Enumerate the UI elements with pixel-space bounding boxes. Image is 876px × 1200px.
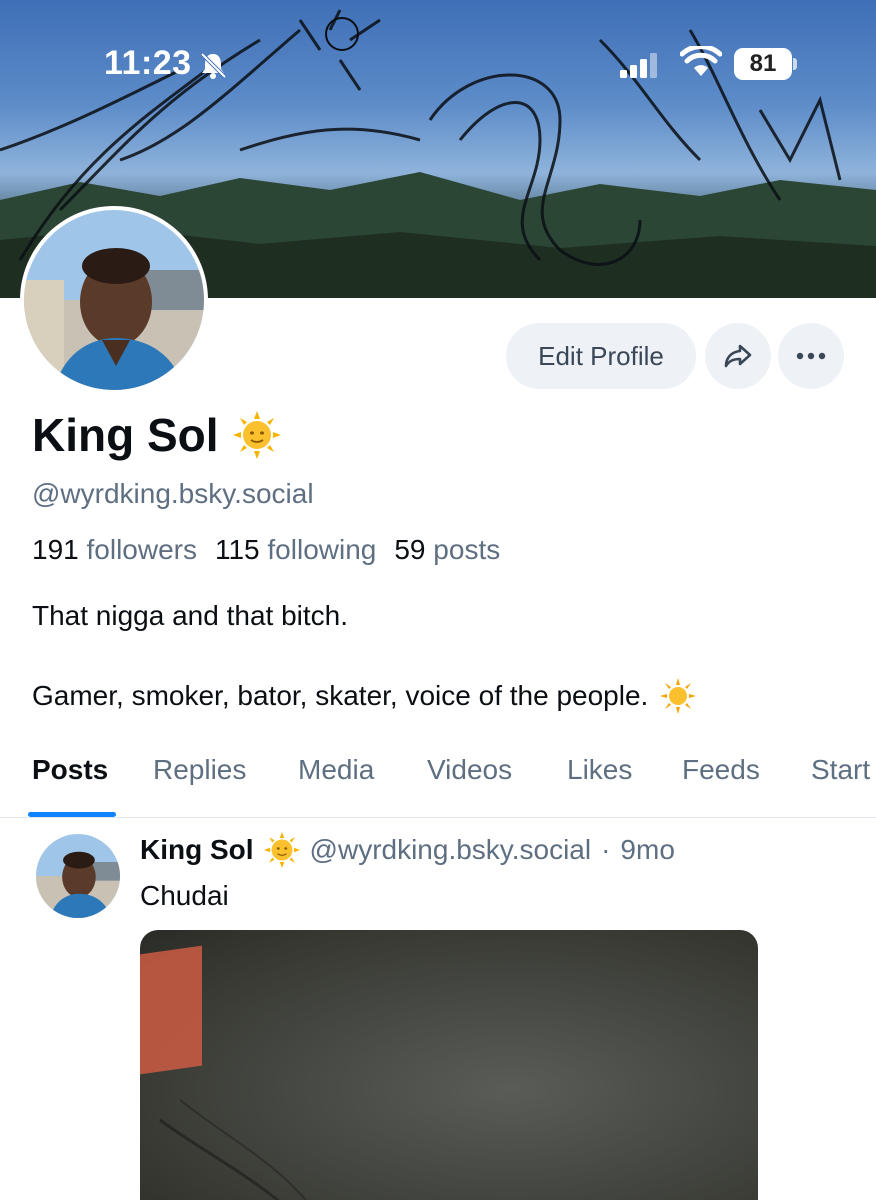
share-button[interactable] (705, 323, 771, 389)
profile-handle: @wyrdking.bsky.social (32, 478, 314, 509)
post-video-thumbnail[interactable] (140, 930, 758, 1200)
posts-stat: 59 posts (394, 534, 500, 566)
sun-with-face-icon (263, 832, 300, 868)
cellular-signal-icon (620, 53, 657, 78)
edit-profile-button[interactable]: Edit Profile (506, 323, 696, 389)
wifi-icon (680, 46, 722, 76)
following-count: 115 (214, 534, 260, 565)
status-bar: 11:23 81 (0, 0, 876, 120)
following-label: following (267, 534, 377, 565)
active-tab-indicator (28, 812, 116, 817)
battery-indicator: 81 (734, 48, 792, 80)
display-name: King Sol (32, 409, 219, 461)
post-text: Chudai (140, 880, 229, 911)
post-author-handle[interactable]: @wyrdking.bsky.social (310, 834, 592, 866)
profile-name: King Sol (32, 408, 281, 462)
followers-stat[interactable]: 191 followers (32, 534, 197, 566)
following-stat[interactable]: 115 following (215, 534, 376, 566)
post-meta-separator: · (601, 834, 611, 865)
tab-videos[interactable]: Videos (427, 754, 512, 786)
post-author-name[interactable]: King Sol (140, 834, 254, 866)
profile-avatar[interactable] (20, 206, 208, 394)
tab-likes[interactable]: Likes (567, 754, 632, 786)
tab-starter-packs[interactable]: Start (811, 754, 876, 786)
status-time: 11:23 (104, 44, 192, 82)
avatar-photo (24, 210, 204, 390)
post-author-avatar[interactable] (36, 834, 120, 918)
share-arrow-icon (724, 344, 752, 368)
tab-posts[interactable]: Posts (32, 754, 108, 786)
followers-count: 191 (32, 534, 79, 565)
post-timestamp[interactable]: 9mo (620, 834, 674, 866)
profile-stats: 191 followers 115 following 59 posts (32, 534, 500, 566)
bio-line-2-row: Gamer, smoker, bator, skater, voice of t… (32, 678, 697, 714)
more-options-button[interactable] (778, 323, 844, 389)
ellipsis-icon (796, 352, 826, 360)
posts-count: 59 (394, 534, 426, 565)
sun-icon (660, 678, 697, 714)
tab-media[interactable]: Media (298, 754, 374, 786)
tab-feeds[interactable]: Feeds (682, 754, 760, 786)
profile-tabs: Posts Replies Media Videos Likes Feeds S… (0, 740, 876, 818)
followers-label: followers (86, 534, 197, 565)
sun-with-face-icon (232, 411, 281, 459)
media-texture (159, 1099, 307, 1200)
bio-line-2: Gamer, smoker, bator, skater, voice of t… (32, 680, 649, 711)
battery-level: 81 (749, 50, 777, 77)
silent-bell-icon (200, 52, 227, 79)
post-header: King Sol @wyrdking.bsky.social · 9mo (140, 832, 675, 868)
posts-label: posts (433, 534, 501, 565)
battery-tip (793, 58, 797, 70)
post-avatar-photo (36, 834, 120, 918)
bio-line-1: That nigga and that bitch. (32, 600, 348, 631)
tab-replies[interactable]: Replies (153, 754, 246, 786)
